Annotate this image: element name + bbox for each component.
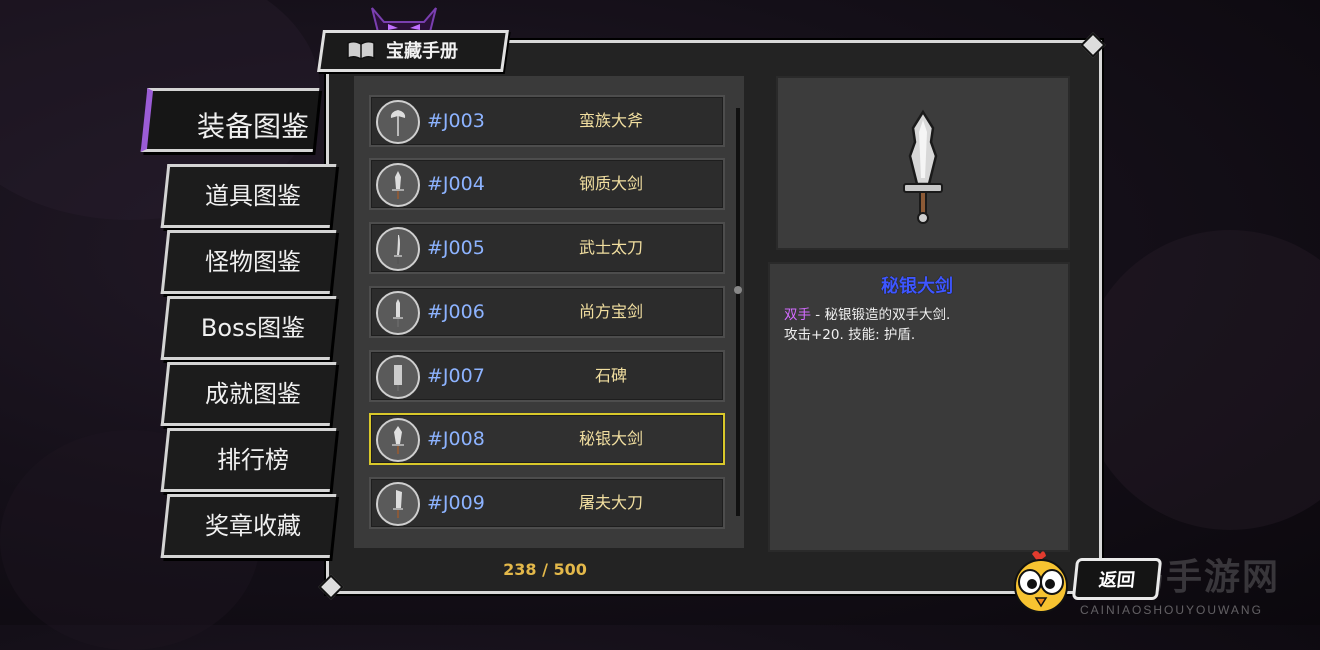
item-name: 石碑 <box>594 366 627 385</box>
nav-tab-equipment-label: 装备图鉴 <box>196 110 309 143</box>
item-code: #J003 <box>427 110 485 132</box>
list-item-selected[interactable]: #J008 秘银大剑 <box>369 413 725 465</box>
item-name: 钢质大剑 <box>578 174 643 193</box>
list-item[interactable]: #J004 钢质大剑 <box>369 158 725 210</box>
list-item[interactable]: #J007 石碑 <box>369 350 725 402</box>
chick-mascot-icon <box>1014 551 1068 613</box>
cleaver-icon <box>376 482 420 526</box>
collection-count: 238 / 500 <box>503 560 587 579</box>
nav-tab-leaderboard-label: 排行榜 <box>217 445 289 474</box>
book-icon <box>347 40 375 60</box>
item-code: #J009 <box>427 492 485 514</box>
list-item[interactable]: #J005 武士太刀 <box>369 222 725 274</box>
back-button[interactable]: 返回 <box>1071 558 1163 600</box>
item-name: 屠夫大刀 <box>578 493 643 512</box>
nav-tab-achievements-label: 成就图鉴 <box>205 379 301 408</box>
watermark-subtext: CAINIAOSHOUYOUWANG <box>1080 603 1263 617</box>
item-name: 尚方宝剑 <box>578 302 643 321</box>
list-item[interactable]: #J006 尚方宝剑 <box>369 286 725 338</box>
greatsword-icon <box>376 418 420 462</box>
list-item[interactable]: #J009 屠夫大刀 <box>369 477 725 529</box>
item-code: #J007 <box>427 365 485 387</box>
greatsword-icon <box>903 109 943 224</box>
nav-tab-items-label: 道具图鉴 <box>205 181 301 210</box>
item-code: #J004 <box>427 173 485 195</box>
item-description: 双手 - 秘银锻造的双手大剑. 攻击+20. 技能: 护盾. <box>784 305 1054 345</box>
item-name: 秘银大剑 <box>578 429 643 448</box>
axe-icon <box>376 100 420 144</box>
background-shape <box>1080 230 1320 530</box>
item-type-tag: 双手 <box>784 307 811 323</box>
detail-title: 秘银大剑 <box>881 276 953 297</box>
item-name: 蛮族大斧 <box>578 111 643 130</box>
page-title: 宝藏手册 <box>386 41 458 62</box>
item-code: #J008 <box>427 428 485 450</box>
sword-icon <box>376 291 420 335</box>
list-scrollbar[interactable] <box>736 108 740 516</box>
nav-tab-boss-label: Boss图鉴 <box>200 313 306 342</box>
description-line: 攻击+20. 技能: 护盾. <box>784 327 916 343</box>
item-code: #J006 <box>427 301 485 323</box>
tombstone-icon <box>376 355 420 399</box>
description-line: - 秘银锻造的双手大剑. <box>811 307 951 323</box>
list-scrollbar-thumb[interactable] <box>734 286 742 294</box>
item-code: #J005 <box>427 237 485 259</box>
back-button-label: 返回 <box>1097 570 1136 591</box>
nav-tab-monsters-label: 怪物图鉴 <box>205 247 301 276</box>
item-preview-panel <box>776 76 1070 250</box>
item-name: 武士太刀 <box>578 238 643 257</box>
header-title-bar: 宝藏手册 <box>332 32 516 68</box>
sword-icon <box>376 163 420 207</box>
nav-tab-medals-label: 奖章收藏 <box>205 511 301 540</box>
list-item[interactable]: #J003 蛮族大斧 <box>369 95 725 147</box>
katana-icon <box>376 227 420 271</box>
